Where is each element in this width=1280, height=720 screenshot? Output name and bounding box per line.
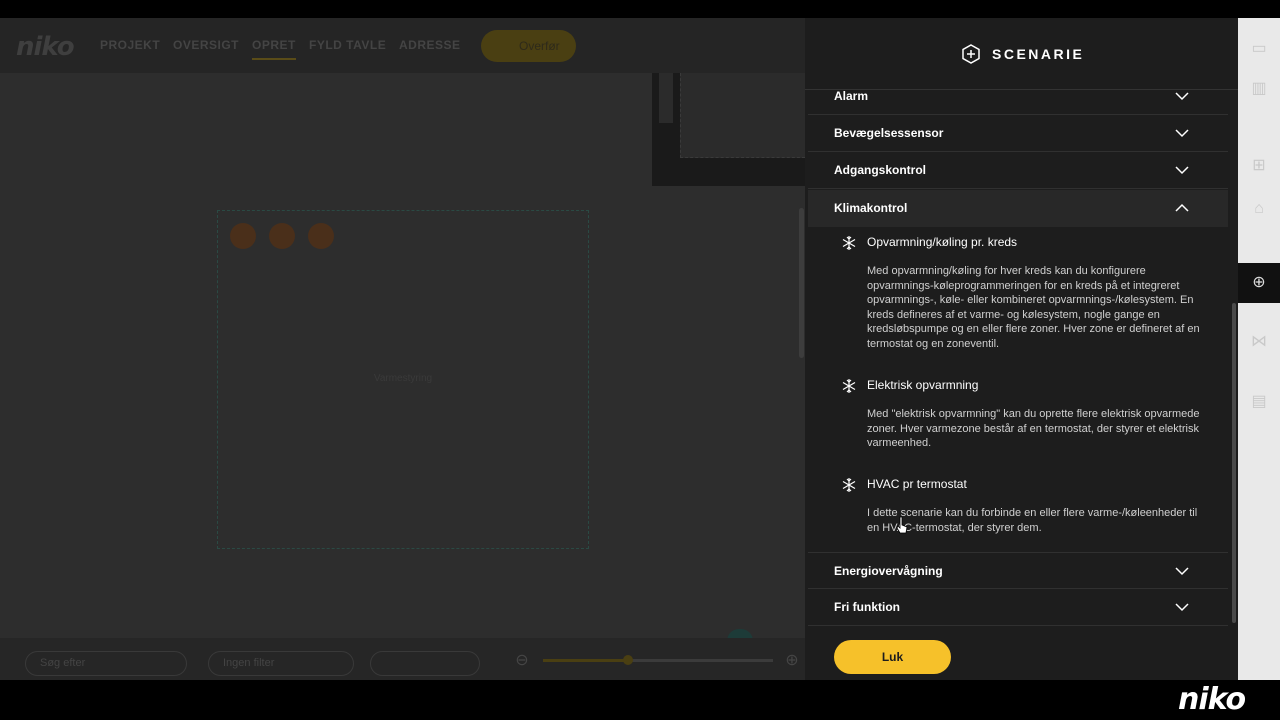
niko-logo: niko	[16, 32, 75, 62]
right-tool-column: ▭ ▥ ⊞ ⌂ ⊕ ⋈ ▤	[1238, 18, 1280, 680]
zone-device-dot[interactable]	[269, 223, 295, 249]
home-icon[interactable]: ⌂	[1248, 198, 1270, 220]
section-alarm[interactable]: Alarm	[808, 78, 1228, 115]
section-energiovervaagning[interactable]: Energiovervågning	[808, 552, 1228, 589]
option-description: I dette scenarie kan du forbinde en elle…	[867, 507, 1198, 534]
option-hvac-pr-termostat[interactable]: HVAC pr termostat I dette scenarie kan d…	[835, 477, 1215, 539]
app-background: niko PROJEKT OVERSIGT OPRET FYLD TAVLE A…	[0, 18, 805, 680]
zoom-out-icon[interactable]: ⊖	[513, 652, 531, 670]
section-label: Alarm	[834, 89, 869, 103]
zoom-slider-fill	[543, 659, 627, 662]
climate-icon	[842, 379, 856, 393]
chevron-down-icon	[1175, 92, 1189, 101]
close-button[interactable]: Luk	[834, 640, 951, 674]
top-navigation-bar: niko PROJEKT OVERSIGT OPRET FYLD TAVLE A…	[0, 18, 805, 73]
transfer-button[interactable]: Overfør	[481, 30, 576, 62]
scenario-panel: SCENARIE Alarm Bevægelsessensor Adgangsk…	[805, 18, 1238, 680]
zone-label: Varmestyring	[373, 373, 433, 384]
nav-projekt[interactable]: PROJEKT	[100, 38, 160, 52]
panel-scrollbar[interactable]	[1232, 303, 1236, 623]
filter-select[interactable]: Ingen filter	[208, 651, 354, 676]
section-fri-funktion[interactable]: Fri funktion	[808, 589, 1228, 626]
section-label: Energiovervågning	[834, 564, 943, 578]
add-icon[interactable]: ⊞	[1248, 155, 1270, 177]
chevron-down-icon	[1175, 567, 1189, 576]
mouse-cursor-icon	[896, 516, 908, 534]
option-title: HVAC pr termostat	[867, 477, 967, 491]
panel-title: SCENARIE	[992, 46, 1085, 62]
nav-adresse[interactable]: ADRESSE	[399, 38, 461, 52]
section-label: Fri funktion	[834, 600, 900, 614]
climate-icon	[842, 236, 856, 250]
screen: niko PROJEKT OVERSIGT OPRET FYLD TAVLE A…	[0, 0, 1280, 720]
zone-device-dot[interactable]	[308, 223, 334, 249]
section-klimakontrol[interactable]: Klimakontrol	[808, 190, 1228, 227]
nav-opret[interactable]: OPRET	[252, 38, 296, 60]
wall-post	[659, 73, 673, 123]
chevron-down-icon	[1175, 166, 1189, 175]
chevron-down-icon	[1175, 129, 1189, 138]
option-title: Opvarmning/køling pr. kreds	[867, 235, 1018, 249]
nav-oversigt[interactable]: OVERSIGT	[173, 38, 239, 52]
transfer-button-label: Overfør	[519, 39, 560, 53]
chevron-down-icon	[1175, 603, 1189, 612]
heating-zone-area[interactable]: Varmestyring	[217, 210, 589, 549]
search-input[interactable]: Søg efter	[25, 651, 187, 676]
zoom-slider-knob[interactable]	[623, 655, 633, 665]
option-title: Elektrisk opvarmning	[867, 378, 979, 392]
zoom-in-icon[interactable]: ⊕	[783, 652, 801, 670]
option-opvarmning-koeling[interactable]: Opvarmning/køling pr. kreds Med opvarmni…	[835, 235, 1215, 355]
niko-watermark-logo: niko	[1178, 682, 1246, 717]
canvas-scrollbar[interactable]	[799, 208, 804, 358]
floorplan-canvas: Varmestyring	[0, 73, 805, 641]
share-icon[interactable]: ⋈	[1248, 331, 1270, 353]
room-outline	[680, 73, 805, 158]
map-icon[interactable]: ▥	[1248, 78, 1270, 100]
calendar-icon[interactable]: ▤	[1248, 391, 1270, 413]
section-label: Adgangskontrol	[834, 163, 926, 177]
chevron-up-icon	[1175, 203, 1189, 212]
section-label: Klimakontrol	[834, 201, 908, 215]
nav-fyld-tavle[interactable]: FYLD TAVLE	[309, 38, 386, 52]
option-elektrisk-opvarmning[interactable]: Elektrisk opvarmning Med "elektrisk opva…	[835, 378, 1215, 453]
scenario-add-icon: ⊕	[1252, 274, 1266, 291]
option-description: Med opvarmning/køling for hver kreds kan…	[867, 265, 1200, 350]
scenario-hexagon-icon	[962, 44, 980, 64]
option-description: Med "elektrisk opvarmning" kan du oprett…	[867, 408, 1200, 449]
section-adgangskontrol[interactable]: Adgangskontrol	[808, 152, 1228, 189]
scenario-tool-active[interactable]: ⊕	[1238, 263, 1280, 303]
zoom-slider[interactable]	[543, 655, 773, 665]
zone-device-dot[interactable]	[230, 223, 256, 249]
climate-icon	[842, 478, 856, 492]
layout-icon[interactable]: ▭	[1248, 38, 1270, 60]
bottom-toolbar: Søg efter Ingen filter ⊖ ⊕	[0, 638, 805, 680]
section-bevaegelsessensor[interactable]: Bevægelsessensor	[808, 115, 1228, 152]
section-label: Bevægelsessensor	[834, 126, 944, 140]
blank-pill-button[interactable]	[370, 651, 480, 676]
